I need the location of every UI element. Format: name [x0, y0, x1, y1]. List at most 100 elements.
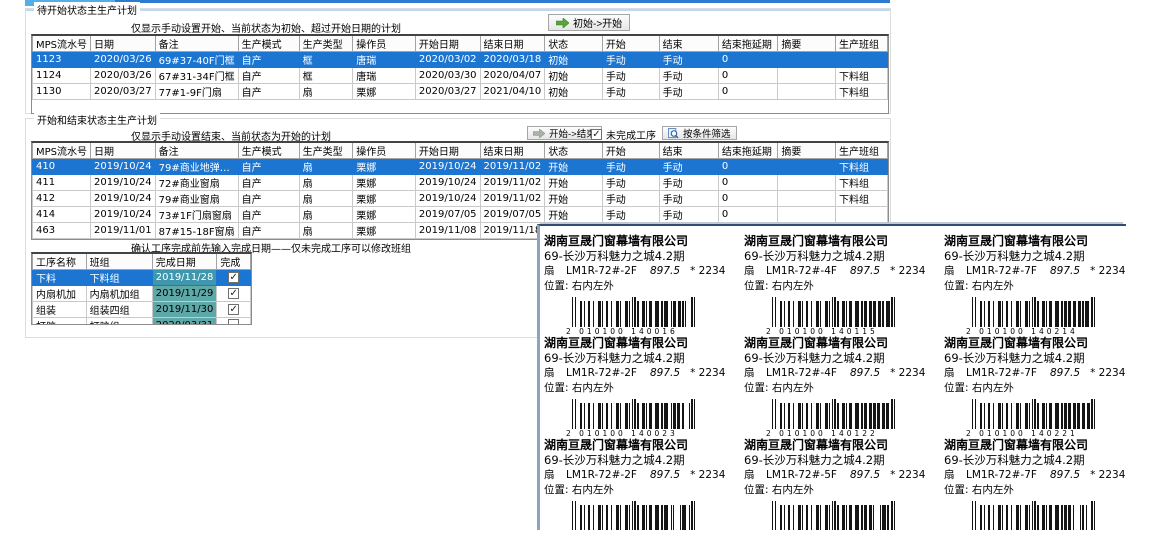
column-header[interactable]: 完成 [217, 254, 251, 270]
column-header[interactable]: 开始日期 [415, 143, 480, 159]
barcode-image [972, 297, 1126, 327]
done-checkbox[interactable]: ✓ [228, 272, 239, 283]
label-position-row: 位置: 右内左外 [944, 279, 1126, 294]
column-header[interactable]: 生产班组 [835, 36, 887, 52]
cell: 自产 [238, 207, 299, 223]
cell: 扇 [299, 159, 353, 175]
column-header[interactable]: 日期 [91, 143, 156, 159]
label-position-caption: 位置: [944, 280, 969, 292]
column-header[interactable]: 状态 [545, 36, 603, 52]
column-header[interactable]: 生产类型 [299, 36, 353, 52]
filter-by-condition-button[interactable]: 按条件筛选 [662, 126, 737, 140]
done-checkbox[interactable]: ✓ [228, 288, 239, 299]
label-item-row: 扇 LM1R-72#-4F 897.5 * 2234 [744, 264, 944, 279]
column-header[interactable]: 结束拖延期 [718, 143, 777, 159]
column-header[interactable]: 结束 [659, 143, 718, 159]
table-row[interactable]: 4122019/10/2479#商业窗扇自产扇栗娜2019/10/242019/… [33, 191, 888, 207]
label-item-type: 扇 [744, 468, 766, 483]
init-to-start-button[interactable]: 初始->开始 [548, 14, 630, 31]
label-position-value: 右内左外 [772, 382, 814, 394]
label-position-value: 右内左外 [572, 484, 614, 496]
label-model: LM1R-72#-7F [966, 366, 1050, 381]
label-model: LM1R-72#-2F [566, 468, 650, 483]
cell: 自产 [238, 191, 299, 207]
cell [778, 191, 836, 207]
label-size: 897.5 [850, 264, 880, 279]
label-size: 897.5 [850, 366, 880, 381]
column-header[interactable]: 生产班组 [835, 143, 887, 159]
label-item-type: 扇 [944, 468, 966, 483]
column-header[interactable]: 操作员 [353, 36, 416, 52]
cell: 2020/03/30 [415, 68, 480, 84]
cell: 下料组 [835, 159, 887, 175]
label-position-caption: 位置: [744, 280, 769, 292]
cell: 组装四组 [86, 302, 152, 318]
label-project-name: 69-长沙万科魅力之城4.2期 [744, 249, 944, 264]
cell: 手动 [602, 84, 659, 100]
label-position-value: 右内左外 [772, 280, 814, 292]
label-item-type: 扇 [544, 264, 566, 279]
table-row[interactable]: 4102019/10/2479#商业地弹…自产扇栗娜2019/10/242019… [33, 159, 888, 175]
barcode-label: 湖南亘晟门窗幕墙有限公司 69-长沙万科魅力之城4.2期 扇 LM1R-72#-… [544, 438, 744, 530]
barcode-label: 湖南亘晟门窗幕墙有限公司 69-长沙万科魅力之城4.2期 扇 LM1R-72#-… [744, 336, 944, 430]
table-row[interactable]: 组装组装四组2019/11/30 ✓ [33, 302, 251, 318]
label-item-type: 扇 [544, 366, 566, 381]
column-header[interactable]: 开始 [602, 143, 659, 159]
column-header[interactable]: 工序名称 [33, 254, 87, 270]
label-company-name: 湖南亘晟门窗幕墙有限公司 [744, 438, 944, 453]
table-row[interactable]: 11302020/03/2777#1-9F门扇自产扇栗娜2020/03/2720… [33, 84, 888, 100]
table-row[interactable]: 11232020/03/2669#37-40F门框自产框唐瑞2020/03/02… [33, 52, 888, 68]
cell: 自产 [238, 175, 299, 191]
column-header[interactable]: 班组 [86, 254, 152, 270]
column-header[interactable]: 摘要 [778, 143, 836, 159]
label-size: 897.5 [1050, 264, 1080, 279]
column-header[interactable]: 完成日期 [152, 254, 217, 270]
column-header[interactable]: 摘要 [778, 36, 836, 52]
done-checkbox[interactable] [228, 319, 239, 326]
table-row[interactable]: 内扇机加内扇机加组2019/11/29✓ [33, 286, 251, 302]
column-header[interactable]: 结束日期 [480, 143, 545, 159]
column-header[interactable]: 结束日期 [480, 36, 545, 52]
cell: 栗娜 [353, 175, 416, 191]
label-company-name: 湖南亘晟门窗幕墙有限公司 [544, 234, 744, 249]
cell: 下料组 [835, 175, 887, 191]
cell: 2019/11/02 [480, 175, 545, 191]
cell: 手动 [659, 159, 718, 175]
column-header[interactable]: 备注 [155, 36, 238, 52]
column-header[interactable]: 状态 [545, 143, 603, 159]
column-header[interactable]: MPS流水号 [33, 36, 91, 52]
table-row[interactable]: 4142019/10/2473#1F门扇窗扇自产扇栗娜2019/07/05201… [33, 207, 888, 223]
table-row[interactable]: 下料下料组2019/11/28✓ [33, 270, 251, 286]
column-header[interactable]: 日期 [91, 36, 156, 52]
column-header[interactable]: 开始 [602, 36, 659, 52]
unfinished-process-checkbox[interactable]: ✓ [591, 129, 602, 140]
column-header[interactable]: 结束拖延期 [718, 36, 777, 52]
column-header[interactable]: 操作员 [353, 143, 416, 159]
label-size: 897.5 [650, 468, 680, 483]
cell: 67#31-34F门框 [155, 68, 238, 84]
column-header[interactable]: 结束 [659, 36, 718, 52]
column-header[interactable]: 生产模式 [238, 143, 299, 159]
cell: 2019/11/18 [480, 223, 545, 239]
table-row[interactable]: 打胶打胶组2020/03/31 [33, 318, 251, 326]
cell: 0 [718, 175, 777, 191]
cell: 手动 [659, 191, 718, 207]
column-header[interactable]: 备注 [155, 143, 238, 159]
cell: 组装 [33, 302, 87, 318]
label-company-name: 湖南亘晟门窗幕墙有限公司 [944, 438, 1126, 453]
label-project-name: 69-长沙万科魅力之城4.2期 [544, 351, 744, 366]
cell: 2020/04/07 [480, 68, 545, 84]
cell: 1124 [33, 68, 91, 84]
column-header[interactable]: 生产模式 [238, 36, 299, 52]
table-row[interactable]: 4112019/10/2472#商业窗扇自产扇栗娜2019/10/242019/… [33, 175, 888, 191]
column-header[interactable]: MPS流水号 [33, 143, 91, 159]
cell: 下料组 [86, 270, 152, 286]
cell: 框 [299, 68, 353, 84]
label-item-row: 扇 LM1R-72#-7F 897.5 * 2234 [944, 264, 1126, 279]
column-header[interactable]: 生产类型 [299, 143, 353, 159]
table-row[interactable]: 11242020/03/2667#31-34F门框自产框唐瑞2020/03/30… [33, 68, 888, 84]
done-checkbox[interactable]: ✓ [228, 304, 239, 315]
cell: 2019/11/30 [152, 302, 217, 318]
column-header[interactable]: 开始日期 [415, 36, 480, 52]
cell: 79#商业窗扇 [155, 191, 238, 207]
